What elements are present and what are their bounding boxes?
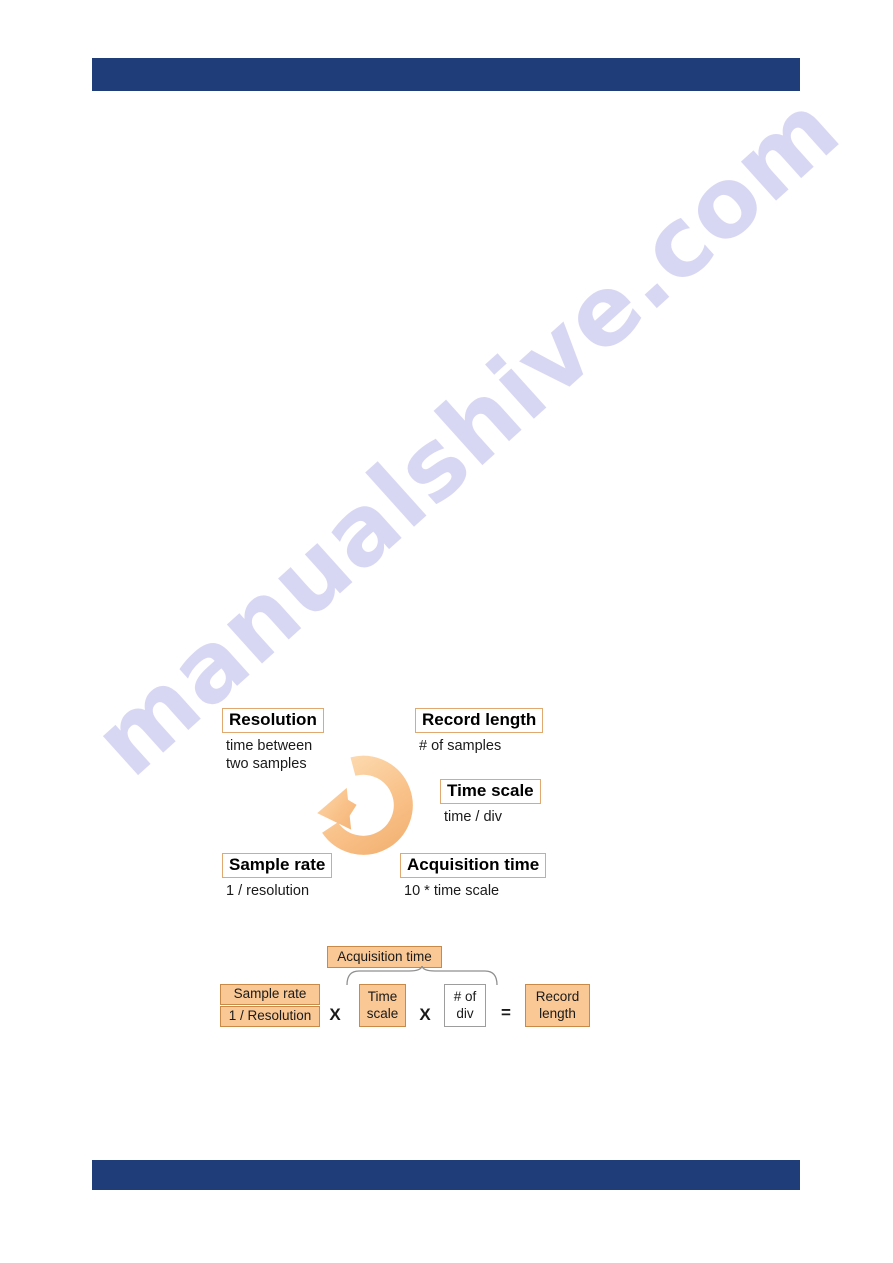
- term-resolution-title: Resolution: [222, 708, 324, 733]
- page-content: Resolution time between two samples Reco…: [0, 0, 893, 1263]
- curly-brace-icon: [346, 966, 498, 986]
- formula-equals-operator: =: [501, 1003, 511, 1022]
- term-acquisition-time-desc: 10 * time scale: [404, 882, 500, 899]
- formula-sample-rate-box: Sample rate: [220, 984, 320, 1005]
- formula-multiply-operator-1: X: [329, 1005, 341, 1024]
- term-record-length-title: Record length: [415, 708, 544, 733]
- formula-number-of-divisions-box: # of div: [444, 984, 486, 1027]
- formula-one-over-resolution-box: 1 / Resolution: [220, 1006, 320, 1027]
- circular-arrow-icon: [317, 755, 413, 855]
- term-sample-rate: Sample rate 1 / resolution: [222, 853, 333, 900]
- term-time-scale-desc: time / div: [444, 808, 503, 825]
- acquisition-cycle-diagram: Resolution time between two samples Reco…: [200, 700, 600, 915]
- term-acquisition-time: Acquisition time 10 * time scale: [400, 853, 547, 900]
- term-record-length-desc: # of samples: [419, 737, 502, 754]
- record-length-formula-diagram: Acquisition time Sample rate 1 / Resolut…: [212, 946, 612, 1041]
- formula-record-length-box: Record length: [525, 984, 590, 1027]
- formula-acquisition-time-group: Acquisition time: [327, 946, 442, 968]
- header-bar: [92, 58, 800, 91]
- formula-multiply-operator-2: X: [419, 1005, 431, 1024]
- term-time-scale: Time scale time / div: [440, 779, 541, 826]
- term-sample-rate-desc: 1 / resolution: [226, 882, 310, 899]
- footer-bar: [92, 1160, 800, 1190]
- formula-time-scale-box: Time scale: [359, 984, 406, 1027]
- term-record-length: Record length # of samples: [415, 708, 544, 755]
- term-time-scale-title: Time scale: [440, 779, 541, 804]
